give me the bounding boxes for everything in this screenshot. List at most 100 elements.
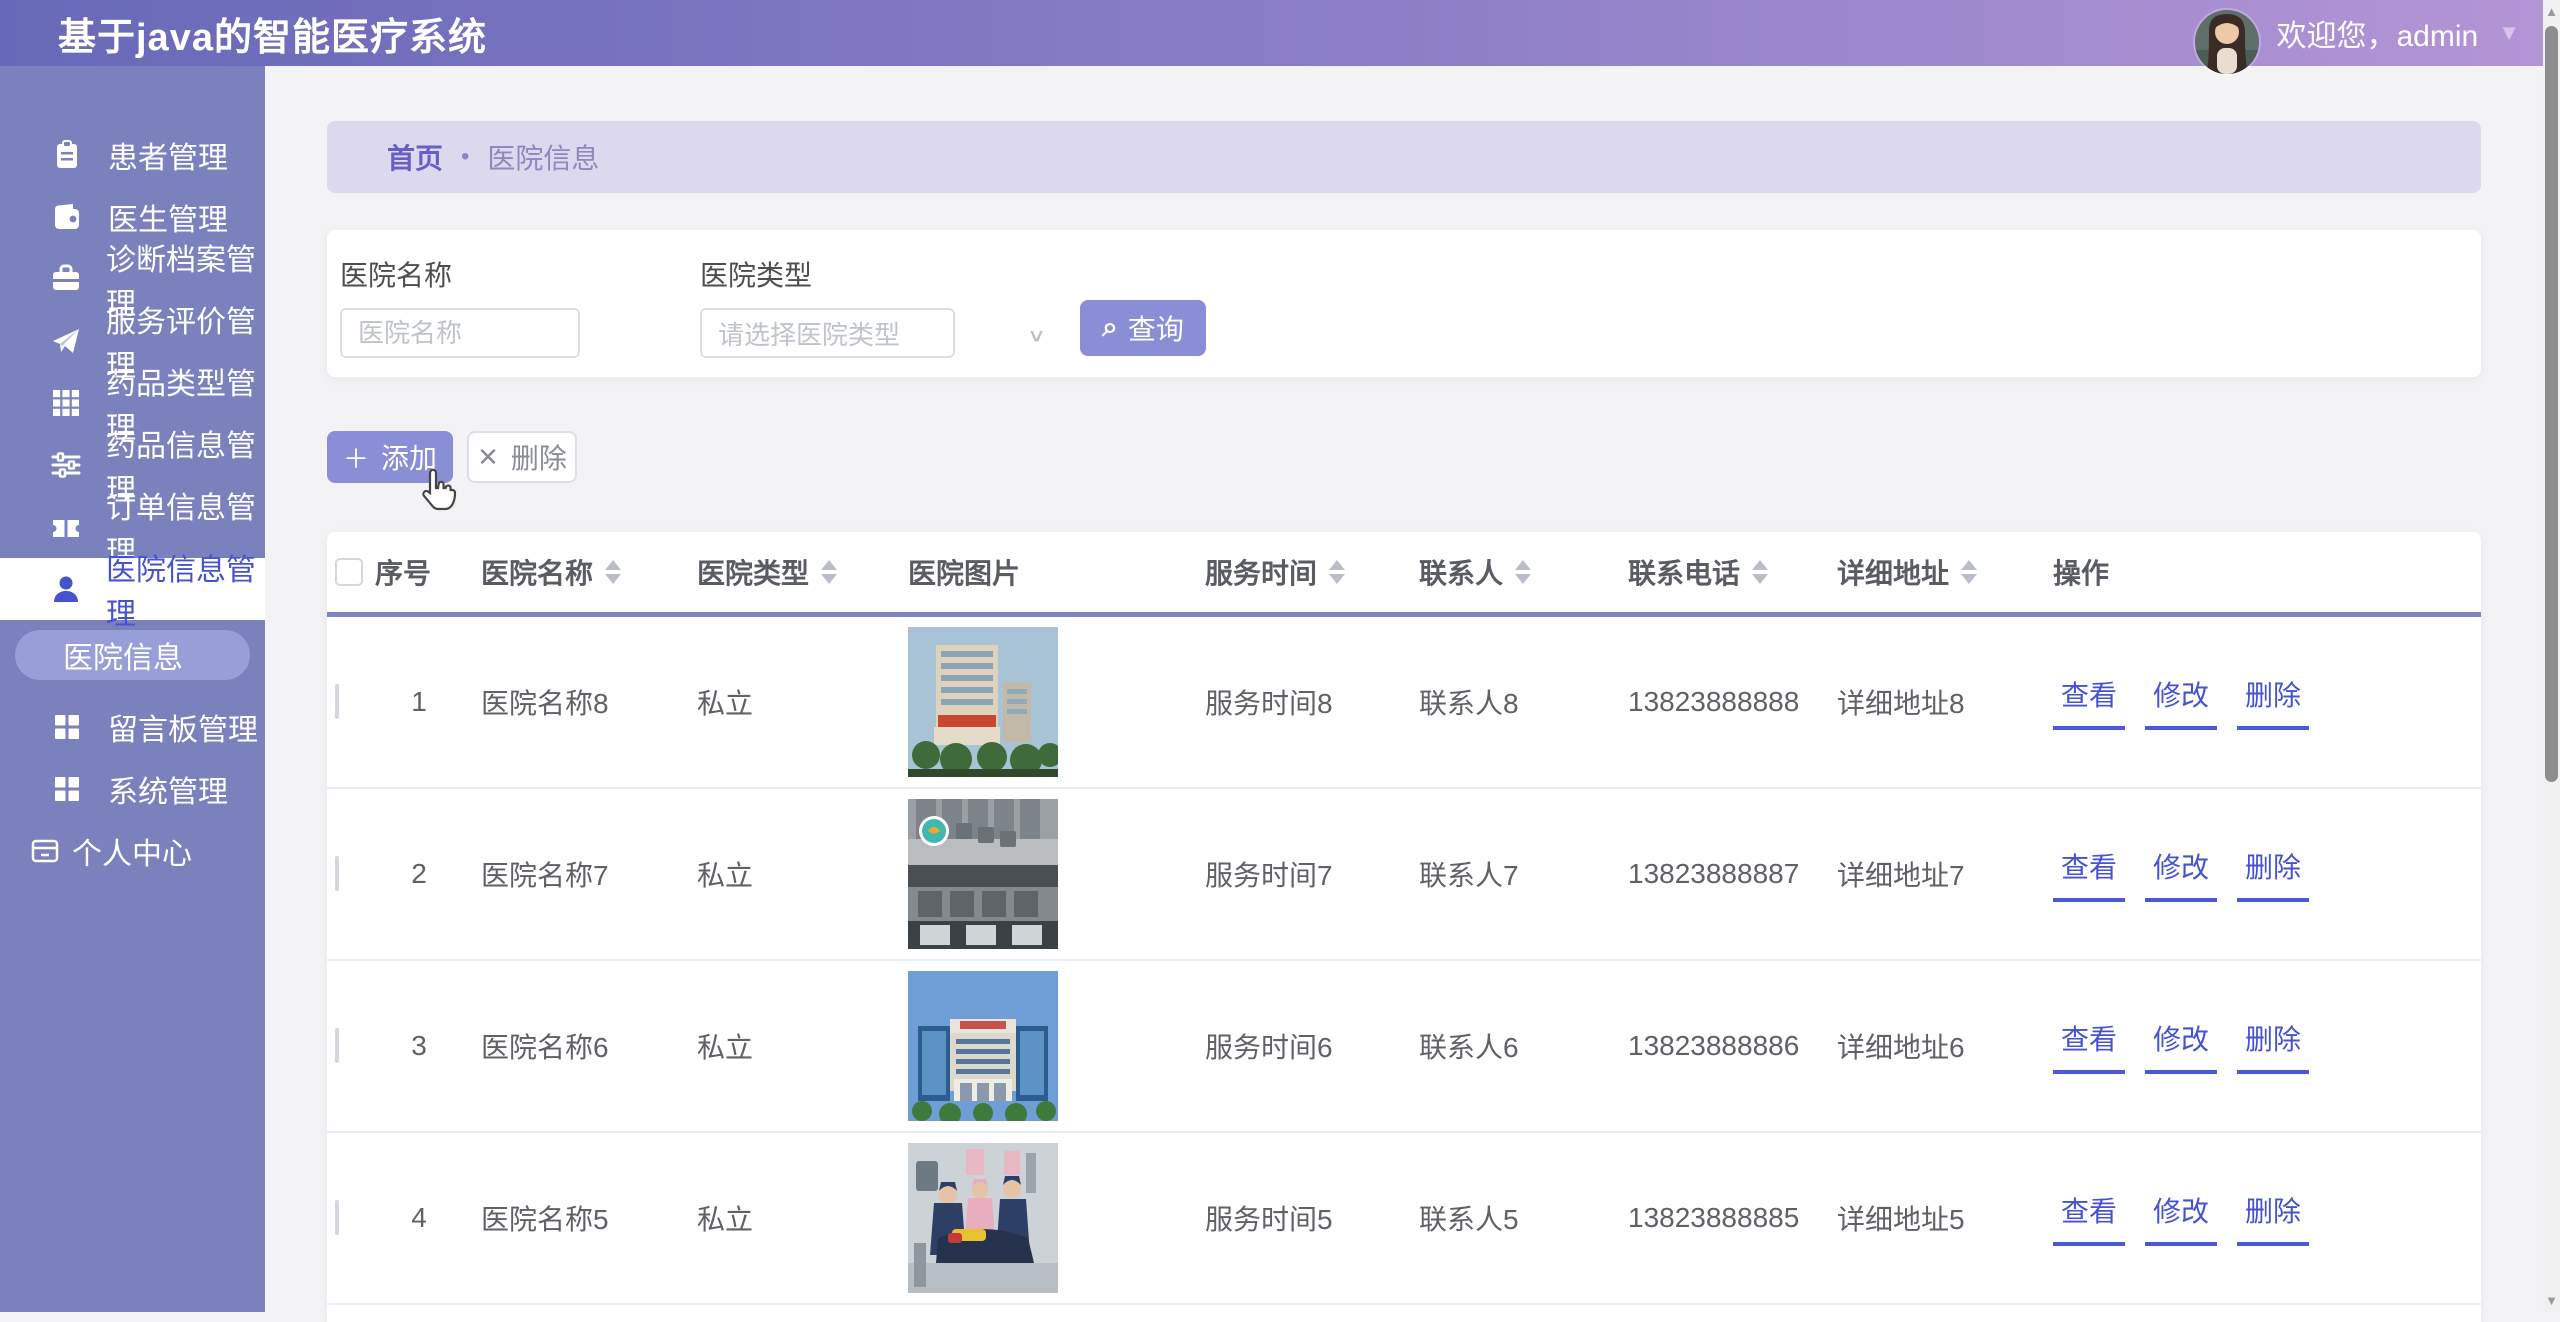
delete-button[interactable]: ✕ 删除 bbox=[467, 431, 577, 483]
cell-index: 2 bbox=[375, 858, 463, 890]
cell-index: 1 bbox=[375, 686, 463, 718]
sidebar-item-system-mgmt[interactable]: 系统管理 bbox=[0, 758, 265, 820]
select-chevron-down-icon[interactable]: ∨ bbox=[1027, 325, 1046, 347]
cell-name: 医院名称5 bbox=[463, 1198, 679, 1238]
cell-address: 详细地址5 bbox=[1819, 1198, 2035, 1238]
cell-address: 详细地址8 bbox=[1819, 682, 2035, 722]
query-button-label: 查询 bbox=[1128, 308, 1184, 348]
cell-phone: 13823888885 bbox=[1610, 1202, 1819, 1234]
user-avatar[interactable] bbox=[2195, 10, 2259, 74]
delete-link[interactable]: 删除 bbox=[2237, 1018, 2309, 1074]
breadcrumb-current: 医院信息 bbox=[487, 137, 599, 177]
vertical-scrollbar[interactable]: ▲ ▼ bbox=[2543, 0, 2560, 1312]
user-caret-down-icon[interactable]: ▼ bbox=[2498, 20, 2520, 46]
column-header-index: 序号 bbox=[375, 552, 463, 592]
paper-plane-icon bbox=[50, 324, 82, 358]
select-all-checkbox[interactable] bbox=[335, 558, 363, 586]
column-header-name[interactable]: 医院名称 bbox=[463, 552, 679, 592]
delete-link[interactable]: 删除 bbox=[2237, 674, 2309, 730]
row-checkbox[interactable] bbox=[335, 684, 339, 719]
cell-contact: 联系人6 bbox=[1401, 1026, 1610, 1066]
breadcrumb-home-link[interactable]: 首页 bbox=[387, 137, 443, 177]
column-header-phone[interactable]: 联系电话 bbox=[1610, 552, 1819, 592]
cell-type: 私立 bbox=[679, 1026, 890, 1066]
sidebar-item-message-board-mgmt[interactable]: 留言板管理 bbox=[0, 696, 265, 758]
hospital-name-label: 医院名称 bbox=[340, 254, 580, 294]
nurses-ward-scene-photo bbox=[908, 1143, 1058, 1293]
cell-address: 详细地址7 bbox=[1819, 854, 2035, 894]
squares-icon bbox=[50, 710, 84, 744]
cell-name: 医院名称8 bbox=[463, 682, 679, 722]
app-title: 基于java的智能医疗系统 bbox=[58, 6, 487, 61]
delete-link[interactable]: 删除 bbox=[2237, 846, 2309, 902]
column-header-ops: 操作 bbox=[2035, 552, 2481, 592]
edit-link[interactable]: 修改 bbox=[2145, 674, 2217, 730]
wallet-icon bbox=[50, 200, 84, 234]
hospital-name-input[interactable] bbox=[340, 308, 580, 358]
blue-glass-hospital-photo bbox=[908, 971, 1058, 1121]
ticket-icon bbox=[50, 510, 82, 544]
column-header-type[interactable]: 医院类型 bbox=[679, 552, 890, 592]
sidebar-item-patient-mgmt[interactable]: 患者管理 bbox=[0, 124, 265, 186]
sidebar: 患者管理 医生管理 诊断档案管理 服务评价管理 药品类型管理 药品信息管理 订单… bbox=[0, 66, 265, 1312]
scrollbar-thumb[interactable] bbox=[2545, 26, 2558, 782]
user-menu[interactable]: 欢迎您，admin ▼ bbox=[2195, 0, 2521, 66]
add-button-label: 添加 bbox=[381, 437, 437, 477]
edit-link[interactable]: 修改 bbox=[2145, 1190, 2217, 1246]
view-link[interactable]: 查看 bbox=[2053, 1018, 2125, 1074]
cell-type: 私立 bbox=[679, 682, 890, 722]
cell-name: 医院名称7 bbox=[463, 854, 679, 894]
delete-link[interactable]: 删除 bbox=[2237, 1190, 2309, 1246]
cell-time: 服务时间5 bbox=[1187, 1198, 1401, 1238]
view-link[interactable]: 查看 bbox=[2053, 674, 2125, 730]
sort-icons bbox=[605, 560, 621, 584]
cell-index: 4 bbox=[375, 1202, 463, 1234]
sidebar-item-personal-center[interactable]: 个人中心 bbox=[0, 820, 265, 882]
column-header-time[interactable]: 服务时间 bbox=[1187, 552, 1401, 592]
sidebar-subitem-hospital-info[interactable]: 医院信息 bbox=[15, 630, 250, 680]
view-link[interactable]: 查看 bbox=[2053, 846, 2125, 902]
sort-icons bbox=[1329, 560, 1345, 584]
scroll-down-icon[interactable]: ▼ bbox=[2543, 1293, 2560, 1308]
column-header-photo: 医院图片 bbox=[890, 552, 1187, 592]
gray-dental-clinic-photo bbox=[908, 799, 1058, 949]
window-icon bbox=[28, 834, 62, 868]
cell-time: 服务时间6 bbox=[1187, 1026, 1401, 1066]
sliders-icon bbox=[50, 448, 82, 482]
app-header: 基于java的智能医疗系统 欢迎您，admin ▼ bbox=[0, 0, 2560, 66]
tan-highrise-hospital-photo bbox=[908, 627, 1058, 777]
column-header-contact[interactable]: 联系人 bbox=[1401, 552, 1610, 592]
sort-icons bbox=[1515, 560, 1531, 584]
sort-icons bbox=[821, 560, 837, 584]
query-button[interactable]: ⌕ 查询 bbox=[1080, 300, 1206, 356]
table-row: 3 医院名称6 私立 服务时间6 联系人6 bbox=[327, 961, 2481, 1133]
view-link[interactable]: 查看 bbox=[2053, 1190, 2125, 1246]
edit-link[interactable]: 修改 bbox=[2145, 1018, 2217, 1074]
cell-contact: 联系人5 bbox=[1401, 1198, 1610, 1238]
table-header-row: 序号 医院名称 医院类型 医院图片 服务时间 联系人 联系电话 详细地址 操作 bbox=[327, 532, 2481, 612]
hospital-type-select[interactable]: 请选择医院类型 bbox=[700, 308, 955, 358]
table-row: 1 医院名称8 私立 服务时间8 联系人8 13823888888 bbox=[327, 617, 2481, 789]
search-panel: 医院名称 医院类型 请选择医院类型 ∨ ⌕ 查询 bbox=[327, 230, 2481, 377]
column-header-address[interactable]: 详细地址 bbox=[1819, 552, 2035, 592]
sidebar-item-label: 系统管理 bbox=[108, 767, 228, 811]
clipboard-icon bbox=[50, 138, 84, 172]
sidebar-item-label: 医院信息管理 bbox=[106, 545, 265, 633]
cell-phone: 13823888886 bbox=[1610, 1030, 1819, 1062]
cell-phone: 13823888888 bbox=[1610, 686, 1819, 718]
edit-link[interactable]: 修改 bbox=[2145, 846, 2217, 902]
table-toolbar: ＋ 添加 ✕ 删除 bbox=[327, 431, 2481, 483]
sort-icons bbox=[1961, 560, 1977, 584]
row-checkbox[interactable] bbox=[335, 1200, 339, 1235]
squares-icon bbox=[50, 772, 84, 806]
hospital-type-select-placeholder: 请选择医院类型 bbox=[718, 315, 900, 352]
scroll-up-icon[interactable]: ▲ bbox=[2543, 4, 2560, 19]
sidebar-item-hospital-info-mgmt[interactable]: 医院信息管理 bbox=[0, 558, 265, 620]
row-checkbox[interactable] bbox=[335, 1028, 339, 1063]
row-checkbox[interactable] bbox=[335, 856, 339, 891]
sidebar-item-label: 医生管理 bbox=[108, 195, 228, 239]
sort-icons bbox=[1752, 560, 1768, 584]
add-button[interactable]: ＋ 添加 bbox=[327, 431, 453, 483]
hospital-type-label: 医院类型 bbox=[700, 254, 955, 294]
cell-address: 详细地址6 bbox=[1819, 1026, 2035, 1066]
